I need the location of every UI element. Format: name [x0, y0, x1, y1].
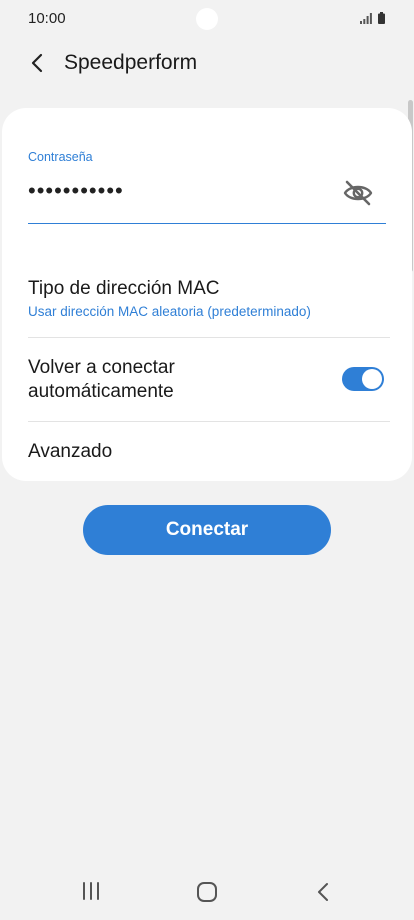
back-icon[interactable] [313, 880, 333, 904]
advanced-row[interactable]: Avanzado [2, 424, 412, 480]
toggle-knob [362, 369, 382, 389]
eye-off-icon[interactable] [341, 178, 375, 208]
recents-icon[interactable] [80, 880, 102, 902]
navigation-bar [0, 868, 414, 916]
mac-type-value: Usar dirección MAC aleatoria (predetermi… [28, 304, 311, 319]
connect-button[interactable]: Conectar [83, 505, 331, 555]
signal-icon [360, 13, 372, 24]
password-label: Contraseña [28, 150, 93, 164]
status-bar: 10:00 [0, 0, 414, 38]
mac-type-title: Tipo de dirección MAC [28, 278, 220, 299]
status-time: 10:00 [28, 10, 66, 27]
mac-address-type-row[interactable]: Tipo de dirección MAC Usar dirección MAC… [2, 266, 412, 336]
auto-reconnect-label: Volver a conectar automáticamente [28, 357, 175, 402]
camera-cutout [196, 8, 218, 30]
password-underline [28, 223, 386, 224]
page-title: Speedperform [64, 51, 198, 74]
divider [28, 337, 390, 338]
password-input[interactable]: ••••••••••• [28, 180, 124, 202]
auto-reconnect-row[interactable]: Volver a conectar automáticamente [2, 340, 412, 420]
battery-icon [378, 12, 385, 24]
wifi-settings-card: Contraseña ••••••••••• Tipo de dirección… [2, 108, 412, 481]
chevron-left-icon[interactable] [22, 48, 52, 78]
home-icon[interactable] [195, 880, 219, 904]
advanced-label: Avanzado [28, 441, 113, 462]
divider [28, 421, 390, 422]
auto-reconnect-toggle[interactable] [342, 367, 384, 391]
app-bar: Speedperform [0, 40, 414, 86]
